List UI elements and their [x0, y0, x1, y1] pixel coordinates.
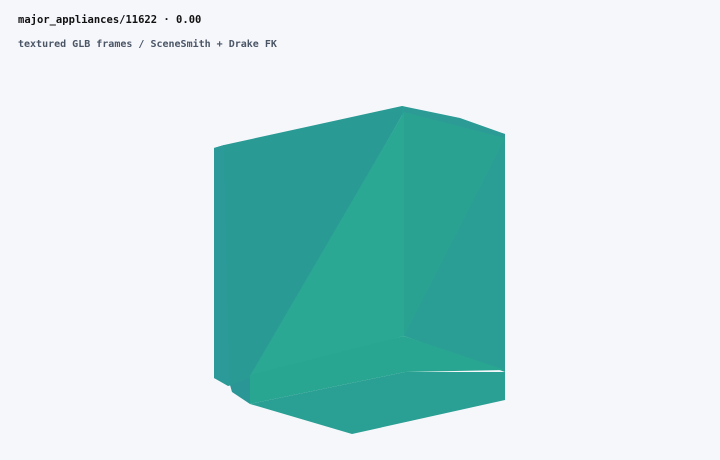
- appliance-mesh: [214, 106, 505, 434]
- render-canvas[interactable]: [0, 0, 720, 460]
- model-viewer[interactable]: major_appliances/11622 · 0.00 textured G…: [0, 0, 720, 460]
